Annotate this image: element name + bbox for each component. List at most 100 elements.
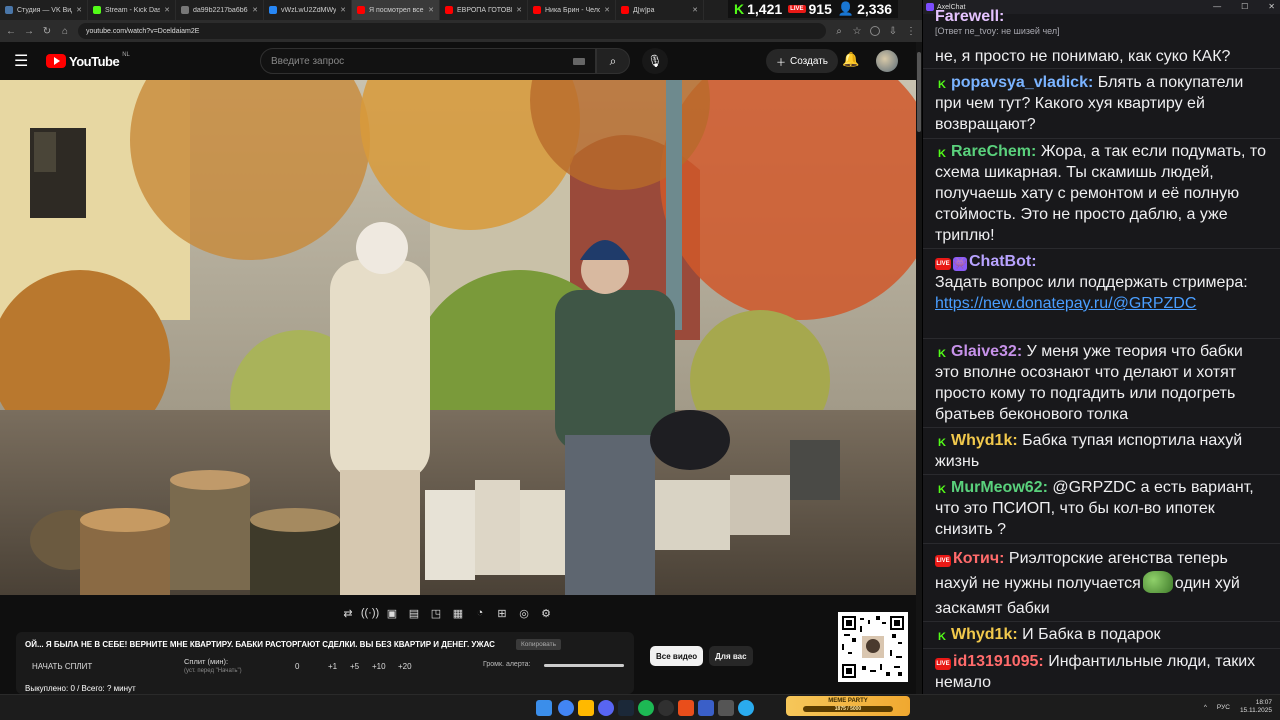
chat-message: K Whyd1k: Бабка тупая испортила нахуй жиз… <box>935 430 1269 472</box>
split-hint: (уст. перед "Начать") <box>184 668 242 674</box>
step-plus-5-button[interactable]: +5 <box>350 662 359 671</box>
video-player[interactable] <box>0 80 916 595</box>
spotify-icon[interactable] <box>638 700 654 716</box>
tab-close-icon[interactable]: ✕ <box>340 6 346 14</box>
kick-viewers: K 1,421 <box>734 1 782 17</box>
audio-icon[interactable]: ((·)) <box>361 605 379 621</box>
tab-close-icon[interactable]: ✕ <box>252 6 258 14</box>
tab-close-icon[interactable]: ✕ <box>164 6 170 14</box>
avatar[interactable] <box>876 50 898 72</box>
start-split-button[interactable]: НАЧАТЬ СПЛИТ <box>32 662 92 671</box>
meme-title: MEME PARTY <box>828 698 868 704</box>
steam-icon[interactable] <box>618 700 634 716</box>
youtube-logo[interactable]: YouTube NL <box>46 52 130 69</box>
home-icon[interactable]: ⌂ <box>60 26 70 37</box>
browser-tab[interactable]: Студия — VK Видео ✕ <box>0 0 88 20</box>
search-placeholder: Введите запрос <box>271 55 345 67</box>
alert-volume-slider[interactable] <box>544 664 624 667</box>
chrome-icon[interactable] <box>558 700 574 716</box>
create-button[interactable]: ＋ Создать <box>766 49 839 73</box>
copy-button[interactable]: Копировать <box>516 639 561 650</box>
tab-close-icon[interactable]: ✕ <box>428 6 434 14</box>
zoom-icon[interactable]: ⌕ <box>834 26 844 37</box>
url-text: youtube.com/watch?v=Dceldaiam2E <box>86 27 200 35</box>
keyboard-icon[interactable] <box>573 58 585 65</box>
explorer-icon[interactable] <box>578 700 594 716</box>
telegram-icon[interactable] <box>738 700 754 716</box>
tab-title: Stream - Kick Dashb <box>105 6 160 14</box>
browser-tab[interactable]: Я посмотрел все Х ✕ <box>352 0 440 20</box>
tab-close-icon[interactable]: ✕ <box>76 6 82 14</box>
search-button[interactable]: ⌕ <box>596 48 630 74</box>
scrollbar-thumb[interactable] <box>917 52 921 132</box>
qr-pattern <box>842 616 904 678</box>
screenshot-icon[interactable]: ▣ <box>384 605 400 621</box>
settings-gear-icon[interactable]: ⚙ <box>538 605 554 621</box>
chat-message: K RareChem: Жора, а так если подумать, то… <box>935 141 1269 246</box>
browser-tab[interactable]: Stream - Kick Dashb ✕ <box>88 0 176 20</box>
downloads-icon[interactable]: ⇩ <box>888 26 898 37</box>
total-viewers: 👤 2,336 <box>838 1 892 17</box>
app-icon[interactable] <box>698 700 714 716</box>
split-panel: ОЙ... Я БЫЛА НЕ В СЕБЕ! ВЕРНИТЕ МНЕ КВАР… <box>16 632 634 694</box>
back-icon[interactable]: ← <box>6 26 16 37</box>
tab-close-icon[interactable]: ✕ <box>516 6 522 14</box>
kick-badge-icon: K <box>938 148 946 160</box>
step-plus-1-button[interactable]: +1 <box>328 662 337 671</box>
camera-icon[interactable]: ◎ <box>516 605 532 621</box>
step-plus-20-button[interactable]: +20 <box>398 662 412 671</box>
hamburger-menu-icon[interactable]: ☰ <box>14 51 38 71</box>
vk-live-badge-icon: LIVE <box>935 658 951 670</box>
alert-volume-label: Громк. алерта: <box>483 661 531 668</box>
loop-icon[interactable]: ⇄ <box>340 605 356 621</box>
tab-close-icon[interactable]: ✕ <box>604 6 610 14</box>
create-label: Создать <box>790 55 829 67</box>
pip-icon[interactable]: ◳ <box>428 605 444 621</box>
add-frame-icon[interactable]: ⊞ <box>494 605 510 621</box>
system-tray: ^ РУС 18:07 15.11.2025 <box>1204 699 1272 715</box>
chip-for-you[interactable]: Для вас <box>709 646 753 666</box>
chat-divider <box>923 248 1280 249</box>
pepe-emote-icon <box>1142 571 1173 593</box>
url-field[interactable]: youtube.com/watch?v=Dceldaiam2E <box>78 23 826 39</box>
chat-message: K MurMeow62: @GRPZDC а есть вариант, что … <box>935 477 1269 540</box>
browser-tab[interactable]: Д[w]ра ✕ <box>616 0 704 20</box>
chat-divider <box>923 543 1280 544</box>
tab-favicon-icon <box>269 6 277 14</box>
browser-tab[interactable]: vWzLwU2ZdMWyp ✕ <box>264 0 352 20</box>
browser-tab[interactable]: da99b2217ba6b63 ✕ <box>176 0 264 20</box>
reload-icon[interactable]: ↻ <box>42 26 52 37</box>
browser-tab[interactable]: Ника Брин - Челове ✕ <box>528 0 616 20</box>
chip-all-videos[interactable]: Все видео <box>650 646 704 666</box>
obs-icon[interactable] <box>658 700 674 716</box>
kick-badge-icon: K <box>938 437 946 449</box>
close-icon[interactable]: ✕ <box>1268 2 1275 11</box>
profile-icon[interactable] <box>870 26 880 36</box>
mic-icon: 🎙 <box>647 54 663 68</box>
start-icon[interactable] <box>536 700 552 716</box>
search-input[interactable]: Введите запрос <box>260 48 596 74</box>
browser-tab[interactable]: ЕВРОПА ГОТОВИТ ✕ <box>440 0 528 20</box>
chat-message: Farewell: <box>935 6 1269 27</box>
plus-icon: ＋ <box>776 57 786 69</box>
voice-search-button[interactable]: 🎙 <box>642 48 668 74</box>
speed-icon[interactable]: ◔ <box>472 605 488 621</box>
language-indicator[interactable]: РУС <box>1217 704 1230 711</box>
menu-dots-icon[interactable]: ⋮ <box>906 26 916 37</box>
grid-icon[interactable]: ▦ <box>450 605 466 621</box>
chat-username: Whyd1k: <box>951 626 1018 643</box>
app-icon[interactable] <box>678 700 694 716</box>
tab-close-icon[interactable]: ✕ <box>692 6 698 14</box>
donate-link[interactable]: https://new.donatepay.ru/@GRPZDC <box>935 295 1196 312</box>
clock[interactable]: 18:07 15.11.2025 <box>1240 699 1272 715</box>
notifications-bell-icon[interactable]: 🔔 <box>842 51 859 68</box>
discord-icon[interactable] <box>598 700 614 716</box>
tray-chevron-icon[interactable]: ^ <box>1204 704 1207 711</box>
chat-message: LIVE id13191095: Инфантильные люди, таких… <box>935 651 1269 693</box>
film-icon[interactable]: ▤ <box>406 605 422 621</box>
step-plus-10-button[interactable]: +10 <box>372 662 386 671</box>
app-icon[interactable] <box>718 700 734 716</box>
clock-date: 15.11.2025 <box>1239 707 1272 714</box>
forward-icon[interactable]: → <box>24 26 34 37</box>
bookmark-star-icon[interactable]: ☆ <box>852 26 862 37</box>
